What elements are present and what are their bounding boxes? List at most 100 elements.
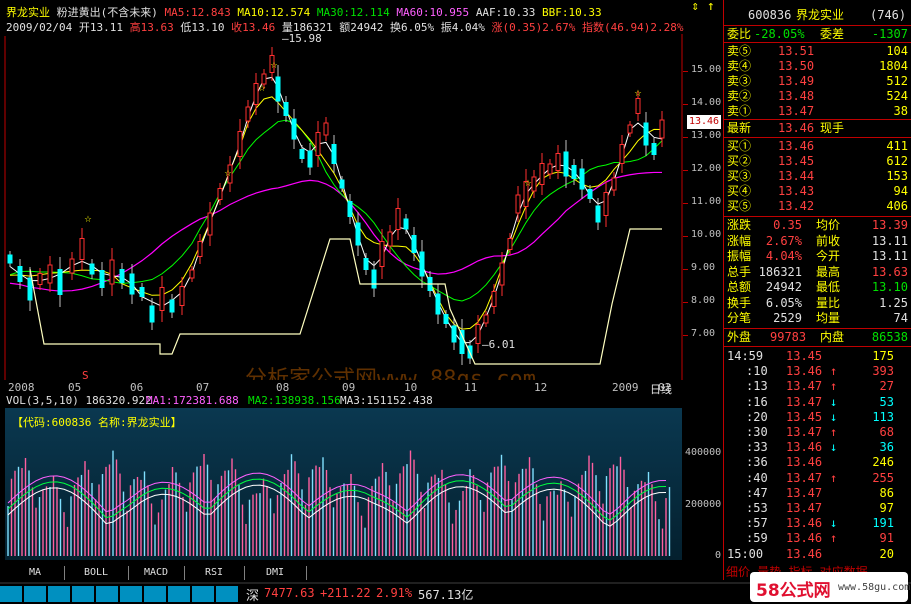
sell-level-row: 卖① 13.47 38 xyxy=(724,104,911,119)
candle-body[interactable] xyxy=(547,163,553,175)
candle-body[interactable] xyxy=(539,163,545,185)
candle-body[interactable] xyxy=(643,122,649,146)
candle-body[interactable] xyxy=(635,98,641,114)
candle-body[interactable] xyxy=(499,262,505,286)
candle-body[interactable] xyxy=(403,218,409,230)
tick-time: :10 xyxy=(746,364,768,379)
stock-name[interactable]: 界龙实业 xyxy=(6,6,50,19)
candle-body[interactable] xyxy=(379,241,385,267)
buy-price: 13.43 xyxy=(778,184,815,198)
candle-body[interactable] xyxy=(563,151,569,177)
candle-body[interactable] xyxy=(27,277,33,301)
candle-body[interactable] xyxy=(347,201,353,217)
candle-body[interactable] xyxy=(291,118,297,140)
ma60-value: MA60:10.955 xyxy=(396,6,470,19)
candle-body[interactable] xyxy=(531,176,537,192)
candle-body[interactable] xyxy=(603,192,609,216)
candle-body[interactable] xyxy=(275,76,281,102)
candle-body[interactable] xyxy=(207,212,213,236)
candle-body[interactable] xyxy=(189,269,195,279)
candle-body[interactable] xyxy=(611,177,617,191)
candle-body[interactable] xyxy=(169,299,175,313)
stat-label: 均价 xyxy=(816,218,841,232)
candle-body[interactable] xyxy=(331,144,337,164)
sell-label: 卖③ xyxy=(727,74,752,88)
tick-time: :16 xyxy=(746,394,768,409)
candle-body[interactable] xyxy=(139,287,145,297)
candle-body[interactable] xyxy=(299,149,305,159)
axis-controls[interactable]: ⇕ ↑ xyxy=(683,0,723,14)
price-tick-mark xyxy=(683,104,688,105)
candle-body[interactable] xyxy=(595,205,601,223)
candle-body[interactable] xyxy=(129,273,135,295)
candle-body[interactable] xyxy=(245,106,251,122)
candle-body[interactable] xyxy=(627,124,633,134)
candle-body[interactable] xyxy=(315,132,321,156)
candle-body[interactable] xyxy=(659,119,665,139)
candle-body[interactable] xyxy=(99,270,105,288)
vol-value: VOL(3,5,10) 186320.922 xyxy=(6,394,152,407)
candle-body[interactable] xyxy=(419,251,425,277)
candle-body[interactable] xyxy=(507,238,513,250)
candle-body[interactable] xyxy=(363,258,369,270)
candle-body[interactable] xyxy=(491,291,497,307)
candle-body[interactable] xyxy=(109,259,115,285)
candle-body[interactable] xyxy=(159,287,165,311)
candle-body[interactable] xyxy=(17,266,23,282)
sell-price: 13.49 xyxy=(778,74,815,88)
candle-body[interactable] xyxy=(395,208,401,230)
price-tick-mark xyxy=(683,137,688,138)
candle-body[interactable] xyxy=(7,254,13,264)
tick-volume: 97 xyxy=(879,501,894,515)
volume-chart-canvas[interactable]: 【代码:600836 名称:界龙实业】 xyxy=(0,408,683,560)
candle-body[interactable] xyxy=(579,168,585,190)
candle-body[interactable] xyxy=(475,324,481,344)
candle-body[interactable] xyxy=(149,305,155,323)
buy-level-row: 买③ 13.44 153 xyxy=(724,169,911,184)
candle-body[interactable] xyxy=(179,286,185,306)
candle-body[interactable] xyxy=(323,122,329,136)
candle-body[interactable] xyxy=(237,131,243,157)
candle-body[interactable] xyxy=(197,241,203,257)
candle-body[interactable] xyxy=(119,269,125,283)
tab-ma[interactable]: MA xyxy=(6,566,65,580)
candle-body[interactable] xyxy=(283,102,289,116)
index-change: +211.22 xyxy=(320,586,371,600)
candle-body[interactable] xyxy=(371,269,377,289)
candle-body[interactable] xyxy=(587,189,593,199)
candle-body[interactable] xyxy=(451,325,457,343)
price-chart-canvas[interactable]: 分析家公式网www.88gs.com ☆ ☆ ☆ ☆ ☆ ☆ —15.98 —6.01 S xyxy=(0,32,700,392)
candle-body[interactable] xyxy=(339,179,345,189)
candle-body[interactable] xyxy=(443,314,449,324)
candle-body[interactable] xyxy=(89,263,95,275)
candle-body[interactable] xyxy=(411,235,417,253)
candle-body[interactable] xyxy=(47,264,53,284)
candle-body[interactable] xyxy=(619,144,625,164)
candle-body[interactable] xyxy=(307,150,313,168)
candle-body[interactable] xyxy=(37,273,43,285)
candle-body[interactable] xyxy=(57,269,63,295)
candle-body[interactable] xyxy=(79,238,85,260)
candle-body[interactable] xyxy=(435,293,441,315)
volume-chart[interactable]: 【代码:600836 名称:界龙实业】 xyxy=(0,408,683,560)
candle-body[interactable] xyxy=(571,165,577,179)
candle-body[interactable] xyxy=(651,143,657,155)
sell-level-row: 卖② 13.48 524 xyxy=(724,89,911,104)
tick-time: :30 xyxy=(746,425,768,439)
candle-body[interactable] xyxy=(555,153,561,171)
candle-body[interactable] xyxy=(483,314,489,324)
tick-volume: 246 xyxy=(872,455,894,470)
candle-body[interactable] xyxy=(515,194,521,214)
sell-signal-marker: S xyxy=(82,369,89,380)
tab-dmi[interactable]: DMI xyxy=(244,566,307,580)
candle-body[interactable] xyxy=(217,188,223,200)
candle-body[interactable] xyxy=(355,222,361,246)
ma5-value: MA5:12.843 xyxy=(164,6,231,19)
star-marker: ☆ xyxy=(524,175,531,189)
tab-boll[interactable]: BOLL xyxy=(64,566,129,580)
tab-rsi[interactable]: RSI xyxy=(184,566,245,580)
candle-body[interactable] xyxy=(387,231,393,247)
tab-macd[interactable]: MACD xyxy=(128,566,185,580)
price-chart[interactable]: 分析家公式网www.88gs.com ☆ ☆ ☆ ☆ ☆ ☆ —15.98 —6.01 S xyxy=(0,32,700,392)
candle-body[interactable] xyxy=(69,258,75,274)
